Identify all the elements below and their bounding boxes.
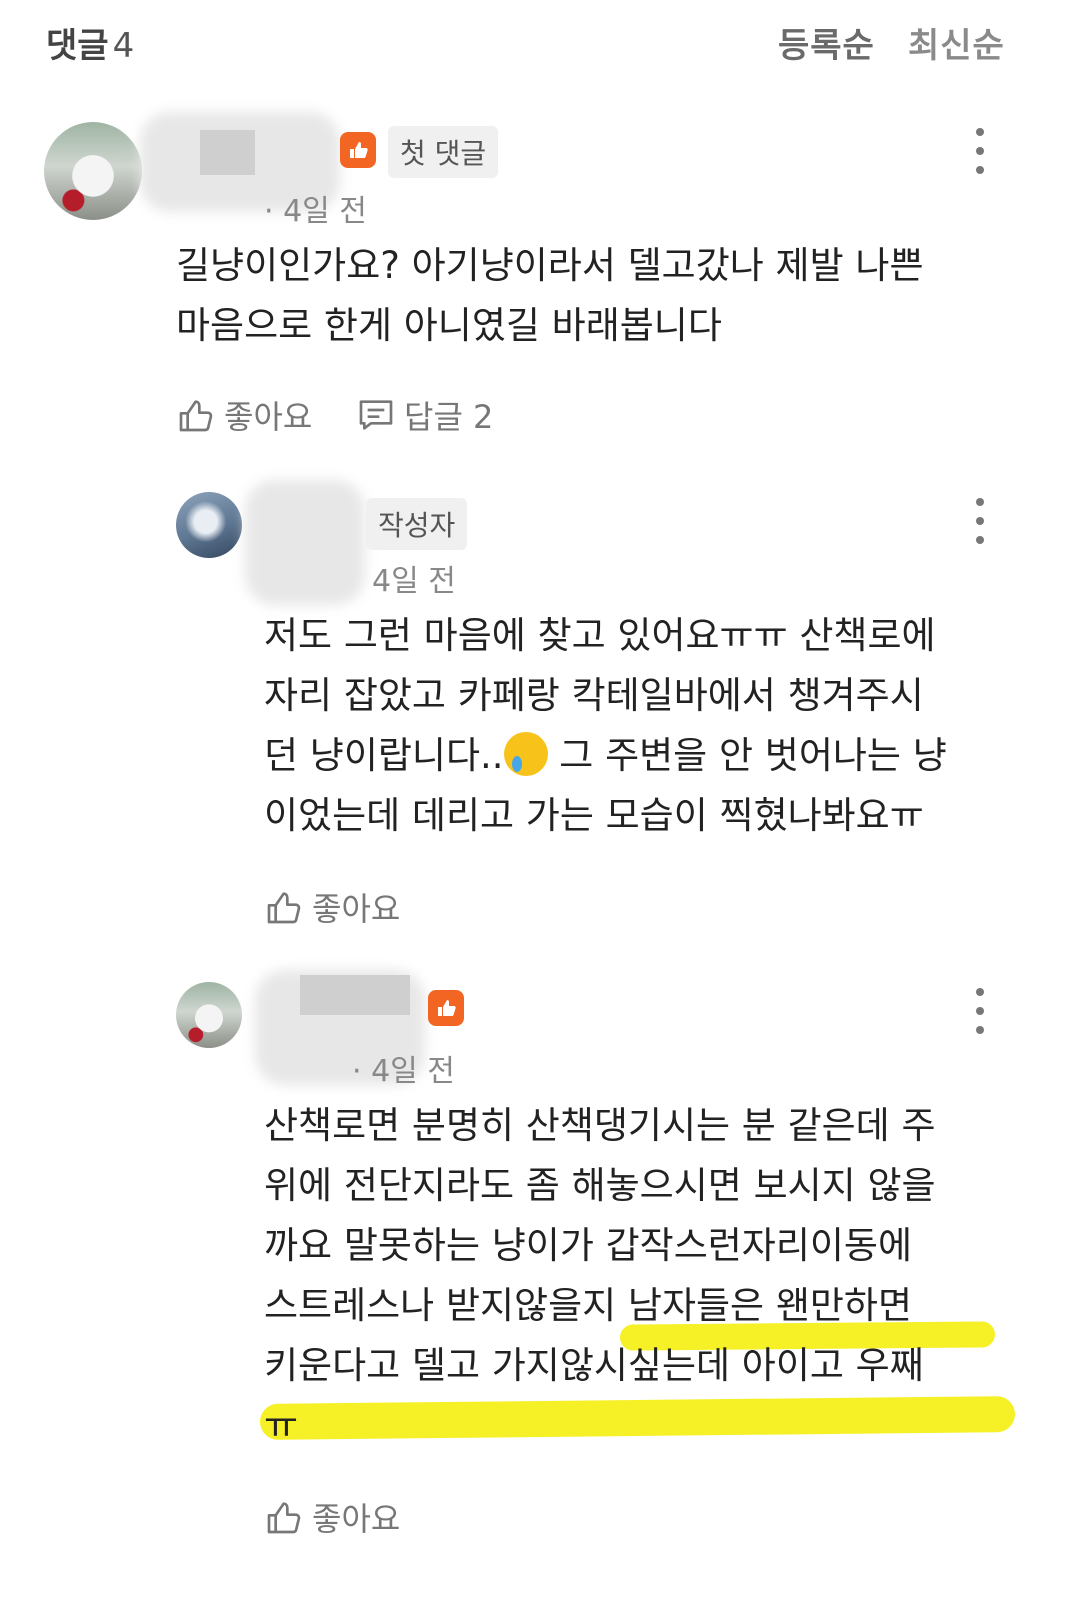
comment-line: 길냥이인가요? 아기냥이라서 델고갔나 제발 나쁜	[176, 244, 924, 287]
comment-line: 마음으로 한게 아니였길 바래봅니다	[176, 304, 722, 347]
more-vertical-icon[interactable]	[975, 128, 985, 174]
thumbs-up-badge-icon	[340, 132, 376, 168]
sort-latest-button[interactable]: 최신순	[908, 18, 1005, 67]
comment-line: 이었는데 데리고 가는 모습이 찍혔나봐요ㅠ	[264, 794, 924, 837]
comment-line: 산책로면 분명히 산책댕기시는 분 같은데 주	[264, 1104, 936, 1147]
comment-time: · 4일 전	[264, 194, 367, 229]
thumbs-up-badge-icon	[428, 990, 464, 1026]
avatar[interactable]	[44, 122, 142, 220]
comment-line: 스트레스나 받지않을지 남자들은 왠만하면	[264, 1284, 913, 1327]
comment-line: 키운다고 델고 가지않시싶는데 아이고 우째	[264, 1344, 924, 1387]
comment-body: 저도 그런 마음에 찾고 있어요ㅠㅠ 산책로에 자리 잡았고 카페랑 칵테일바에…	[264, 606, 1054, 846]
like-button[interactable]: 좋아요	[176, 392, 312, 438]
comments-header: 댓글 4	[46, 18, 134, 67]
author-tag: 작성자	[366, 498, 468, 550]
reply-button[interactable]: 답글 2	[356, 392, 493, 438]
comment-line: 자리 잡았고 카페랑 칵테일바에서 챙겨주시	[264, 674, 924, 717]
like-button[interactable]: 좋아요	[264, 1494, 400, 1540]
blurred-username-pixels	[300, 975, 410, 1015]
thumbs-up-icon	[267, 1502, 301, 1534]
crying-face-emoji	[503, 732, 548, 776]
first-comment-tag: 첫 댓글	[388, 126, 499, 178]
thumbs-up-icon	[267, 892, 301, 924]
comment-line: 저도 그런 마음에 찾고 있어요ㅠㅠ 산책로에	[264, 614, 936, 657]
comment-line: 까요 말못하는 냥이가 갑작스런자리이동에	[264, 1224, 913, 1267]
like-label: 좋아요	[312, 1500, 401, 1538]
avatar[interactable]	[176, 982, 242, 1048]
reply-label: 답글 2	[404, 398, 494, 436]
blurred-username	[245, 480, 365, 605]
comment-time: 4일 전	[372, 564, 456, 599]
more-vertical-icon[interactable]	[975, 498, 985, 544]
blurred-username-pixels	[200, 130, 255, 175]
comments-title: 댓글	[46, 26, 109, 66]
comment-time: · 4일 전	[352, 1054, 455, 1089]
more-vertical-icon[interactable]	[975, 988, 985, 1034]
like-button[interactable]: 좋아요	[264, 884, 400, 930]
comment-body: 길냥이인가요? 아기냥이라서 델고갔나 제발 나쁜 마음으로 한게 아니였길 바…	[176, 236, 1036, 356]
comment-body: 산책로면 분명히 산책댕기시는 분 같은데 주 위에 전단지라도 좀 해놓으시면…	[264, 1096, 1054, 1456]
comment-line-part: 그 주변을 안 벗어나는 냥	[547, 734, 947, 777]
comments-count: 4	[112, 26, 135, 66]
like-label: 좋아요	[224, 398, 313, 436]
like-label: 좋아요	[312, 890, 401, 928]
comment-line-part: 던 냥이랍니다..	[264, 734, 504, 777]
sort-registered-button[interactable]: 등록순	[778, 18, 875, 67]
comment-line: ㅠ	[264, 1404, 299, 1447]
comment-line: 위에 전단지라도 좀 해놓으시면 보시지 않을	[264, 1164, 936, 1207]
comment-line: 던 냥이랍니다.. 그 주변을 안 벗어나는 냥	[264, 726, 1054, 786]
thumbs-up-icon	[179, 400, 213, 432]
reply-bubble-icon	[359, 400, 393, 430]
avatar[interactable]	[176, 492, 242, 558]
